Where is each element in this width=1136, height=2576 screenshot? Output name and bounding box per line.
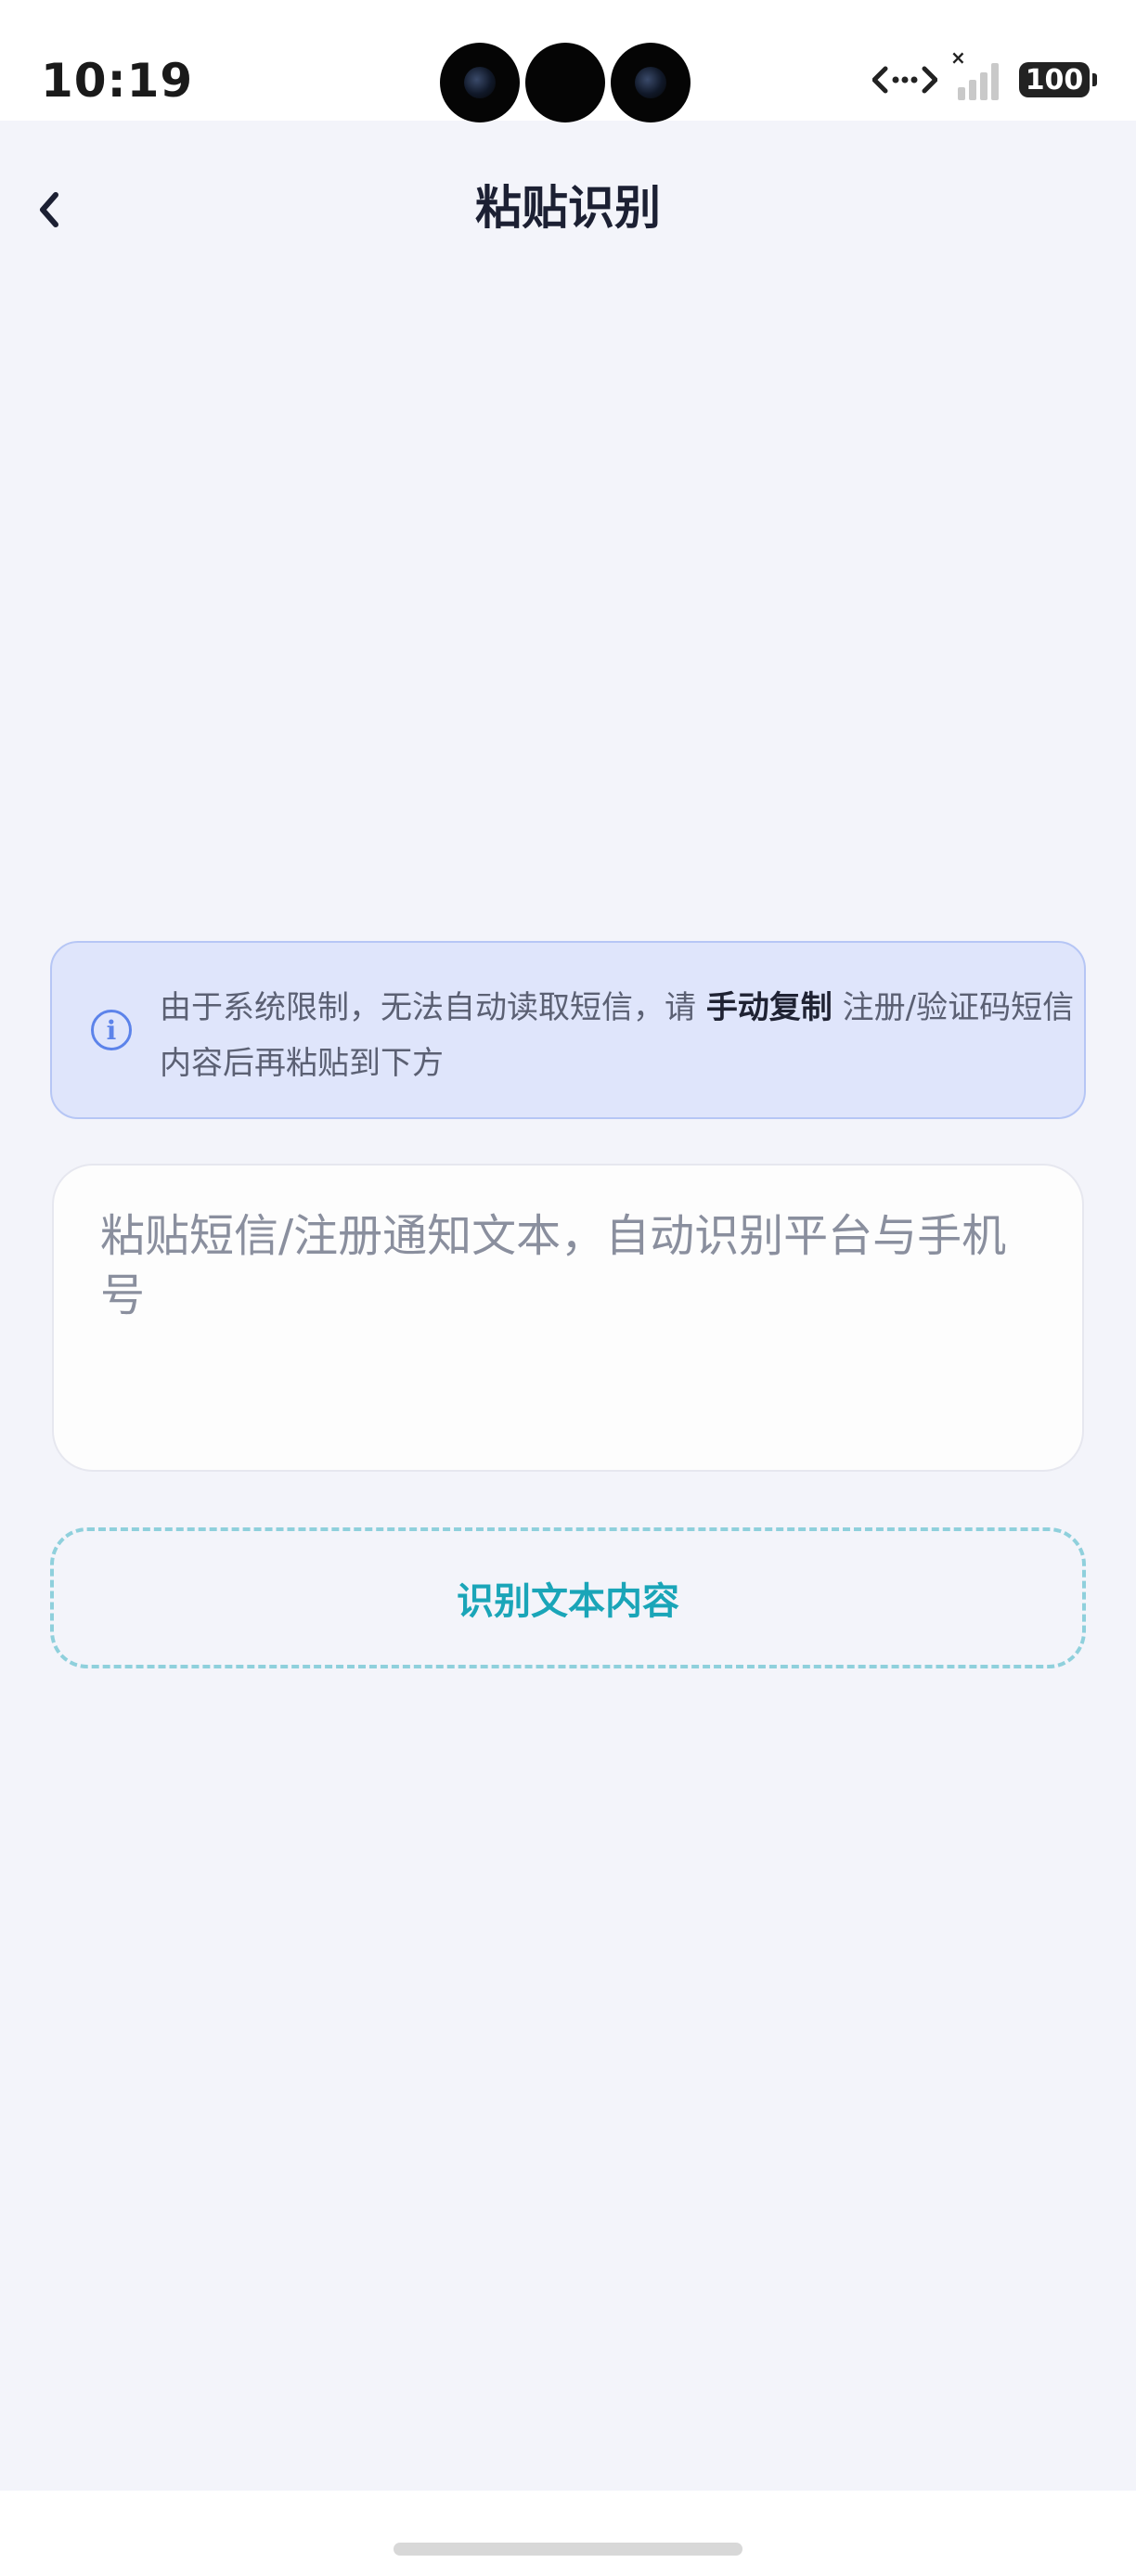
recognize-text-button-label: 识别文本内容	[457, 1580, 679, 1623]
status-indicators: × 100	[872, 46, 1097, 100]
home-indicator[interactable]	[394, 2543, 742, 2556]
sms-text-input-container	[52, 1164, 1084, 1472]
cellular-signal-icon: ×	[950, 46, 1006, 100]
camera-cutout	[440, 43, 691, 122]
page-title: 粘贴识别	[475, 181, 661, 235]
bottom-bar	[0, 2491, 1136, 2576]
notice-text-before: 由于系统限制，无法自动读取短信，请	[160, 989, 706, 1026]
camera-sensor-icon	[525, 43, 605, 122]
recognize-text-button[interactable]: 识别文本内容	[50, 1527, 1086, 1668]
status-bar: 10:19 × 100	[0, 0, 1136, 122]
data-transfer-icon	[872, 66, 937, 94]
status-time: 10:19	[41, 54, 194, 108]
notice-text-emphasis: 手动复制	[705, 989, 833, 1026]
info-notice: i 由于系统限制，无法自动读取短信，请 手动复制 注册/验证码短信内容后再粘贴到…	[50, 941, 1086, 1119]
battery-icon: 100	[1019, 62, 1097, 97]
navigation-bar: 粘贴识别	[0, 121, 1136, 278]
sms-text-input[interactable]	[100, 1206, 1047, 1438]
camera-lens-icon	[440, 43, 520, 122]
notice-text: 由于系统限制，无法自动读取短信，请 手动复制 注册/验证码短信内容后再粘贴到下方	[160, 980, 1078, 1091]
camera-lens-icon	[611, 43, 691, 122]
info-icon: i	[91, 1010, 132, 1050]
